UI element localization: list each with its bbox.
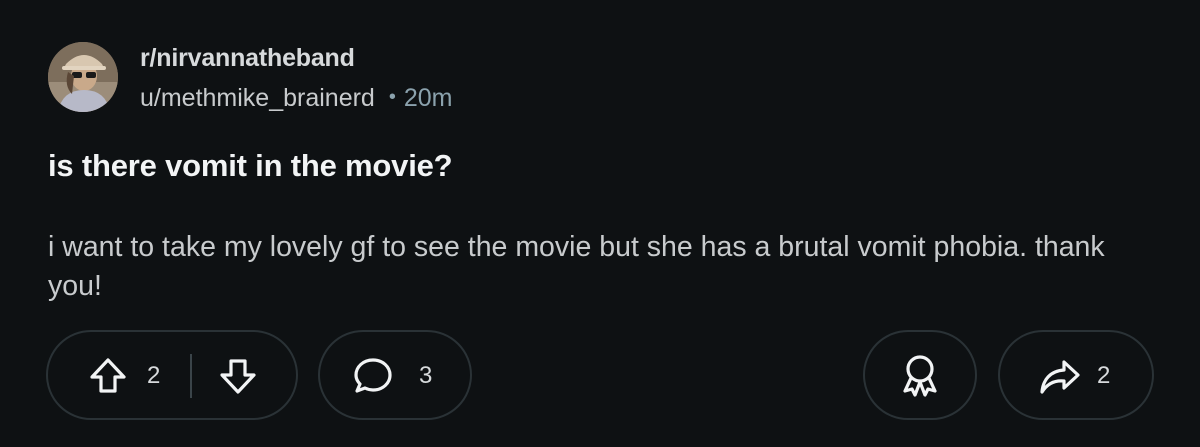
share-count: 2 (1097, 362, 1111, 389)
comment-count: 3 (419, 362, 433, 389)
upvote-count: 2 (147, 362, 161, 389)
vote-divider (190, 354, 192, 398)
share-arrow-icon (1038, 358, 1082, 396)
arrow-down-icon[interactable] (218, 356, 258, 396)
avatar[interactable] (48, 42, 118, 112)
meta-separator: • (388, 86, 396, 108)
share-button[interactable]: 2 (998, 330, 1154, 420)
award-ribbon-icon (899, 353, 941, 397)
vote-pill: 2 (46, 330, 298, 420)
subreddit-link[interactable]: r/nirvannatheband (140, 44, 355, 73)
post-meta: u/methmike_brainerd • 20m (140, 84, 453, 113)
arrow-up-icon[interactable] (88, 356, 128, 396)
post-card: r/nirvannatheband u/methmike_brainerd • 20… (0, 0, 1200, 447)
post-body: i want to take my lovely gf to see the m… (48, 231, 1105, 302)
speech-bubble-icon (352, 356, 394, 396)
post-title[interactable]: is there vomit in the movie? (48, 148, 453, 184)
post-age: 20m (403, 84, 453, 112)
comments-button[interactable]: 3 (318, 330, 472, 420)
author-link[interactable]: u/methmike_brainerd (140, 84, 375, 112)
award-button[interactable] (863, 330, 977, 420)
